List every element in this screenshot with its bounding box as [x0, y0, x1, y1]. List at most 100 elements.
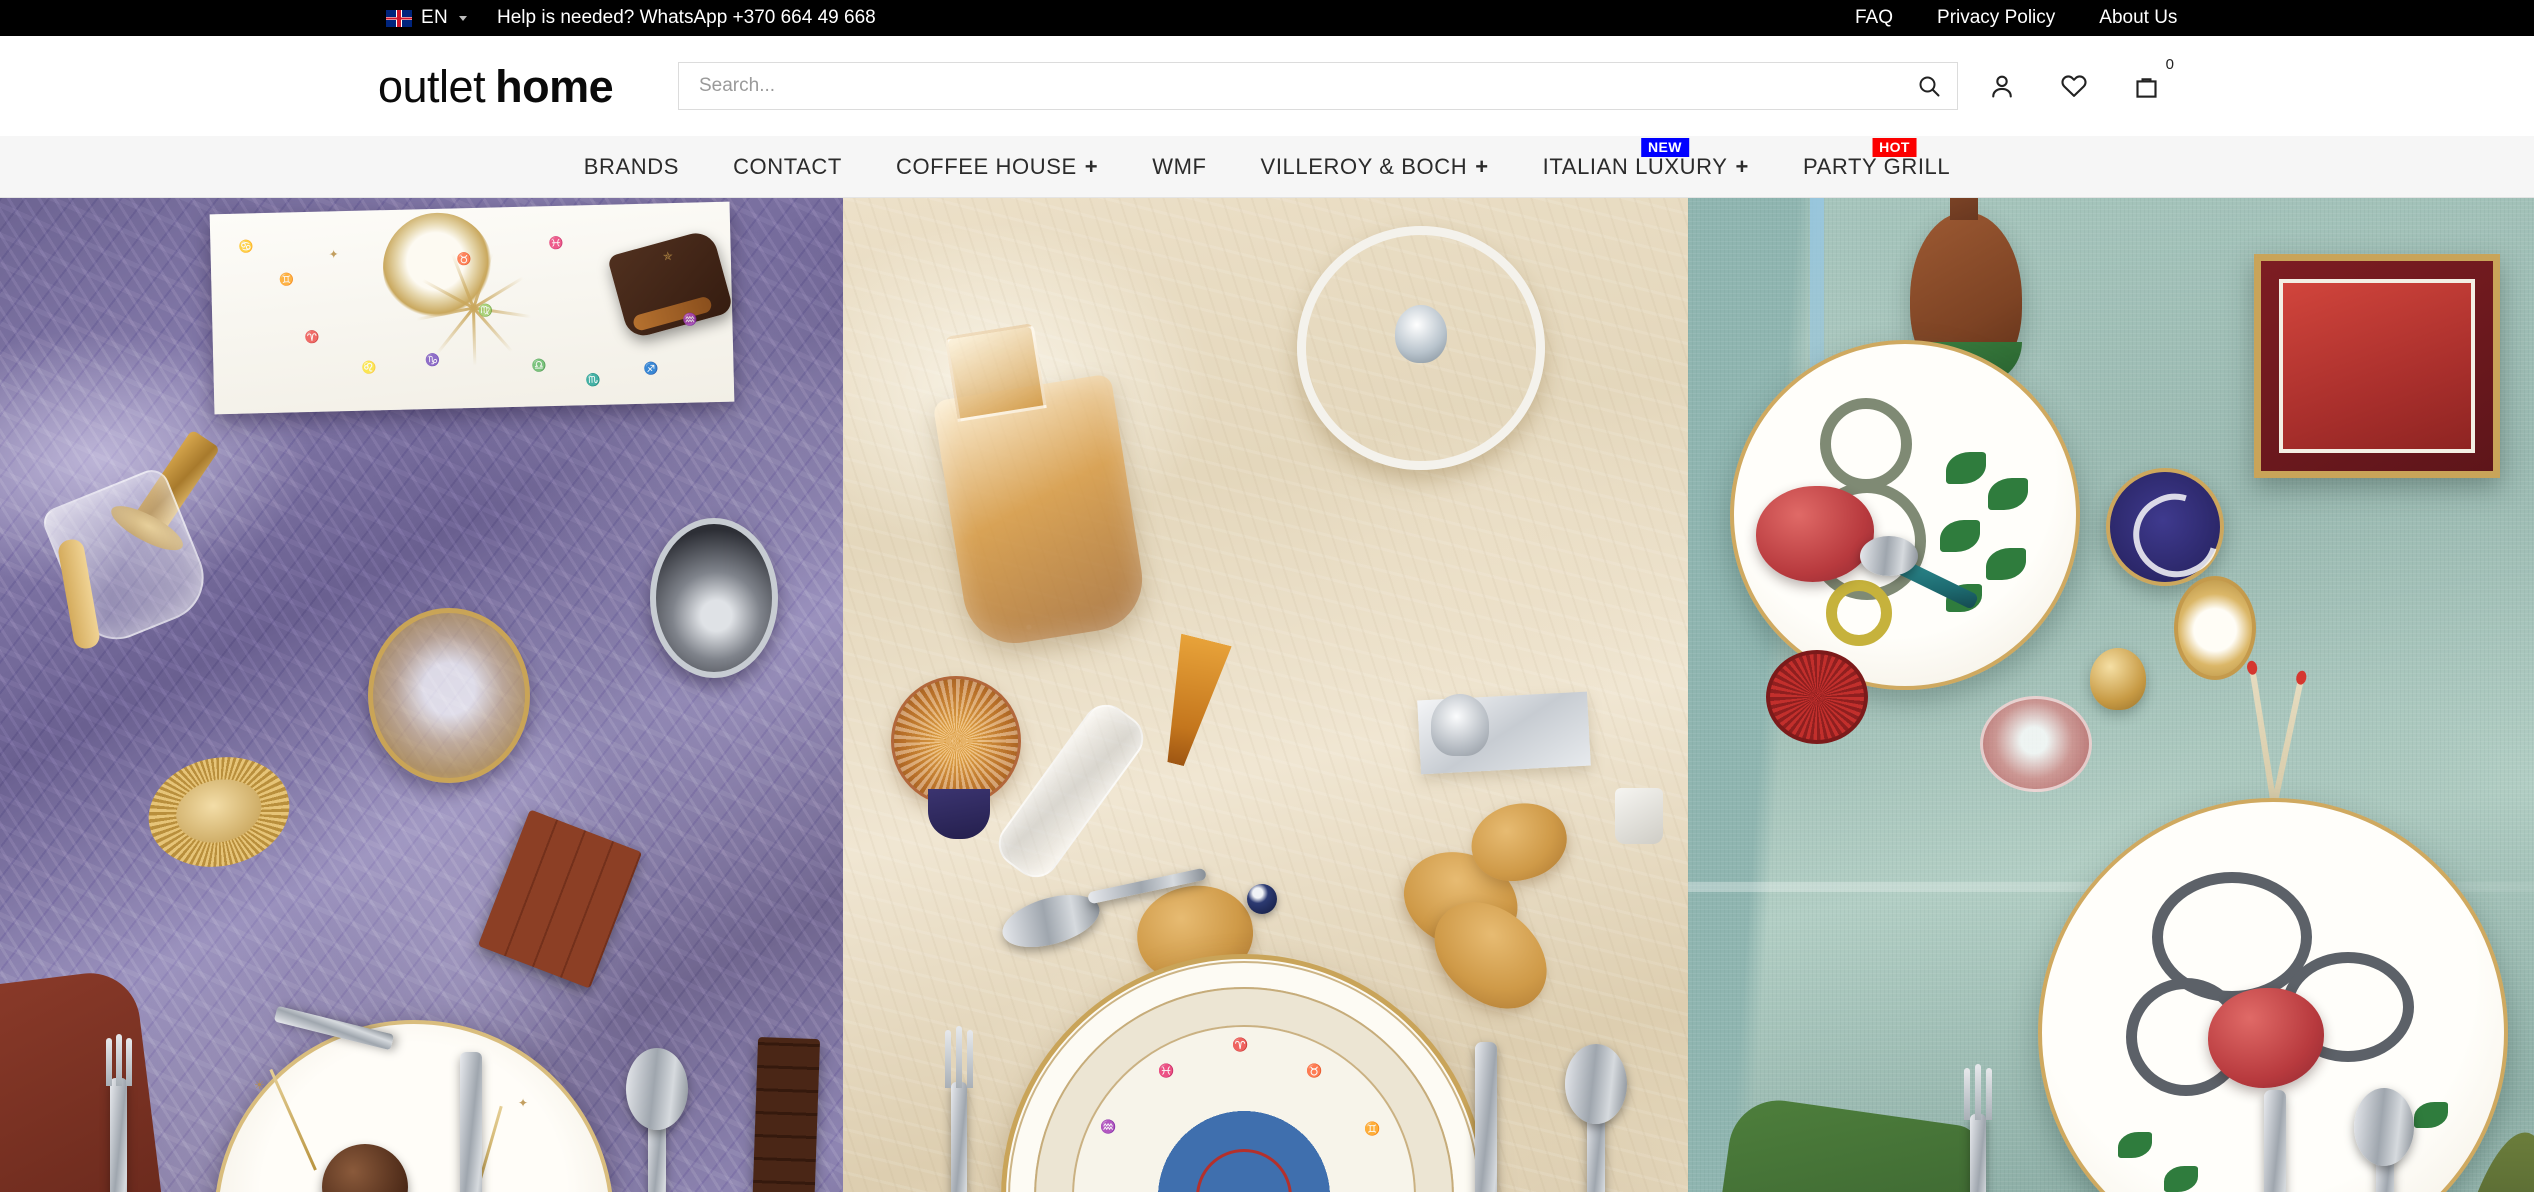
- silver-shaker-decor: [1431, 694, 1489, 756]
- leaf-motif: [2118, 1132, 2152, 1158]
- blue-bead-decor: [1247, 884, 1277, 914]
- spoon-bowl: [1860, 536, 1918, 576]
- logo-text-bold: home: [495, 60, 614, 112]
- leaf-motif: [2414, 1102, 2448, 1128]
- snake-plate-decor: [1730, 340, 2080, 690]
- cart-count-badge: 0: [2165, 56, 2174, 73]
- hero-panel-zodiac-marble[interactable]: ♋ ♊ ✦ ♈ ♌ ♑ ♍ ♎ ♏ ♐ ♒ ✯ ♓ ♉ ☀ ✦: [0, 198, 843, 1192]
- language-code: EN: [421, 7, 448, 28]
- nautilus-shell-dish-decor: [2106, 468, 2224, 586]
- nav-expand-plus-icon: +: [1084, 153, 1099, 179]
- ribbed-amber-bowl-decor: [891, 676, 1021, 839]
- small-ceramic-pot-decor: [1615, 788, 1663, 844]
- account-icon-button[interactable]: [1985, 69, 2019, 103]
- fork-tine: [956, 1026, 962, 1088]
- prickly-pear-motif: [2208, 988, 2324, 1088]
- spoon-bowl: [2354, 1088, 2414, 1166]
- hero-panel-sage-snake[interactable]: [1688, 198, 2534, 1192]
- fork-tine: [126, 1038, 132, 1086]
- truffle-dessert: [322, 1144, 408, 1192]
- tureen-glass-knob: [1395, 305, 1447, 364]
- top-utility-bar: EN Help is needed? WhatsApp +370 664 49 …: [0, 0, 2534, 36]
- snake-motif-tail: [1826, 580, 1892, 646]
- gold-rimmed-bowl-decor: [368, 608, 530, 783]
- knife-decor: [1475, 1042, 1497, 1192]
- topbar-links: FAQ Privacy Policy About Us: [1855, 7, 2177, 29]
- leaf-motif: [1940, 520, 1980, 552]
- leaf-motif: [1988, 478, 2028, 510]
- nav-label: WMF: [1152, 153, 1207, 179]
- wishlist-button[interactable]: [2057, 69, 2091, 103]
- topbar-link-faq[interactable]: FAQ: [1855, 7, 1893, 29]
- header-icon-group: 0: [1985, 57, 2174, 103]
- gold-cocktail-pick: [269, 1068, 317, 1171]
- nav-badge-hot: HOT: [1872, 138, 1917, 157]
- fork-decor: [110, 1078, 127, 1192]
- red-palm-tray-decor: [2254, 254, 2500, 478]
- fork-tine: [106, 1038, 112, 1086]
- snake-motif: [1820, 398, 1912, 490]
- uk-flag-icon: [386, 9, 412, 27]
- fork-decor: [951, 1082, 967, 1192]
- language-selector[interactable]: EN: [386, 7, 467, 29]
- chevron-down-icon: [459, 15, 467, 21]
- fork-tine: [1975, 1064, 1981, 1120]
- search-button[interactable]: [1901, 63, 1957, 109]
- spoon-bowl: [1565, 1044, 1627, 1124]
- nav-badge-new: NEW: [1641, 138, 1689, 157]
- logo-text-light: outlet: [378, 60, 486, 112]
- search-icon: [1919, 76, 1940, 97]
- topbar-link-about-us[interactable]: About Us: [2099, 7, 2177, 29]
- nav-item-villeroy-boch[interactable]: VILLEROY & BOCH +: [1234, 136, 1516, 197]
- sun-ray: [472, 307, 477, 366]
- nav-item-wmf[interactable]: WMF: [1125, 136, 1233, 197]
- search-bar: [678, 62, 1958, 110]
- zodiac-tray-decor: ♋ ♊ ✦ ♈ ♌ ♑ ♍ ♎ ♏ ♐ ♒ ✯ ♓ ♉: [209, 201, 735, 415]
- topbar-link-privacy-policy[interactable]: Privacy Policy: [1937, 7, 2055, 29]
- chocolate-dessert-decor: [606, 228, 734, 340]
- nav-label: CONTACT: [733, 153, 842, 179]
- fork-tine: [116, 1034, 122, 1086]
- chocolate-stick-decor: [745, 1037, 821, 1192]
- nav-item-party-grill[interactable]: HOT PARTY GRILL: [1776, 136, 1977, 197]
- help-whatsapp-text: Help is needed? WhatsApp +370 664 49 668: [497, 7, 876, 28]
- fork-tine: [1986, 1068, 1992, 1120]
- hero-panel-stone-amber[interactable]: ♈ ♉ ♊ ♋ ♌ ♍ ♎ ♏ ♐ ♑ ♒ ♓: [843, 198, 1688, 1192]
- nav-label: COFFEE HOUSE: [895, 153, 1077, 179]
- knife-decor: [2264, 1090, 2286, 1192]
- main-navigation: BRANDS CONTACT COFFEE HOUSE + WMF VILLER…: [0, 136, 2534, 198]
- nav-expand-plus-icon: +: [1475, 153, 1489, 179]
- nav-item-contact[interactable]: CONTACT: [706, 136, 869, 197]
- fork-tine: [1964, 1068, 1970, 1120]
- pink-swirl-glass-decor: [1980, 696, 2092, 792]
- gold-candle-holder-decor: [2174, 576, 2256, 680]
- wishlist-heart-icon: [2061, 75, 2087, 97]
- amber-tureen-decor: [1297, 226, 1545, 470]
- leaf-motif: [1946, 452, 1986, 484]
- cart-button[interactable]: 0: [2129, 57, 2174, 103]
- red-tray-inner-panel: [2279, 279, 2475, 453]
- knife-decor: [460, 1052, 482, 1192]
- nav-item-italian-luxury[interactable]: NEW ITALIAN LUXURY +: [1516, 136, 1776, 197]
- fork-decor: [1970, 1114, 1986, 1192]
- nav-label: BRANDS: [583, 153, 680, 179]
- fork-tine: [945, 1030, 951, 1088]
- account-icon: [1992, 75, 2012, 98]
- fork-tine: [967, 1030, 973, 1088]
- search-input[interactable]: [679, 63, 1901, 109]
- spoon-bowl: [626, 1048, 688, 1130]
- red-rosette-dish-decor: [1766, 650, 1868, 744]
- leaf-motif: [2164, 1166, 2198, 1192]
- nav-label: PARTY GRILL: [1803, 153, 1951, 179]
- gold-egg-decor: [2090, 648, 2146, 710]
- nav-label: VILLEROY & BOCH: [1260, 153, 1468, 179]
- site-logo[interactable]: outlet home: [378, 60, 614, 112]
- nav-item-coffee-house[interactable]: COFFEE HOUSE +: [869, 136, 1125, 197]
- nav-expand-plus-icon: +: [1735, 153, 1749, 179]
- nav-label: ITALIAN LUXURY: [1542, 153, 1728, 179]
- topbar-left-group: EN Help is needed? WhatsApp +370 664 49 …: [386, 7, 876, 29]
- site-header: outlethome 0: [0, 36, 2534, 136]
- nav-item-brands[interactable]: BRANDS: [557, 136, 706, 197]
- cart-bag-icon: [2135, 77, 2157, 98]
- silver-bowl-decor: [650, 518, 778, 678]
